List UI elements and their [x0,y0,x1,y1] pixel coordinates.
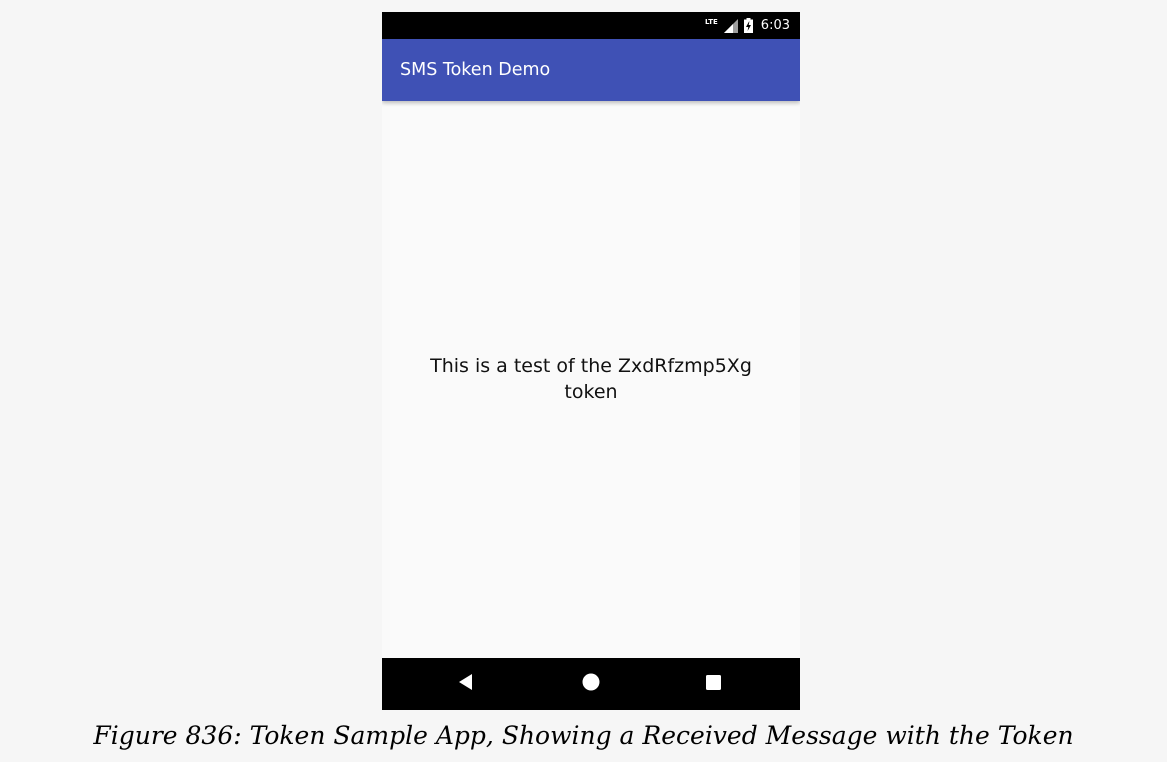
back-icon [459,674,473,694]
main-content: This is a test of the ZxdRfzmp5Xg token [382,101,800,658]
phone-screen: LTE 6:03 SMS Token Demo This is a test o… [382,12,800,710]
status-bar: LTE 6:03 [382,12,800,39]
status-time: 6:03 [760,18,790,33]
home-icon [582,673,600,695]
figure-caption: Figure 836: Token Sample App, Showing a … [93,721,1074,750]
app-bar: SMS Token Demo [382,39,800,101]
recents-icon [705,674,721,694]
token-message: This is a test of the ZxdRfzmp5Xg token [430,354,752,403]
back-button[interactable] [436,658,496,710]
signal-icon [723,18,738,33]
navigation-bar [382,658,800,710]
home-button[interactable] [561,658,621,710]
status-icons: LTE 6:03 [705,12,790,39]
recents-button[interactable] [683,658,743,710]
battery-charging-icon [743,18,753,33]
network-type-label: LTE [704,17,718,26]
app-title: SMS Token Demo [400,60,551,80]
